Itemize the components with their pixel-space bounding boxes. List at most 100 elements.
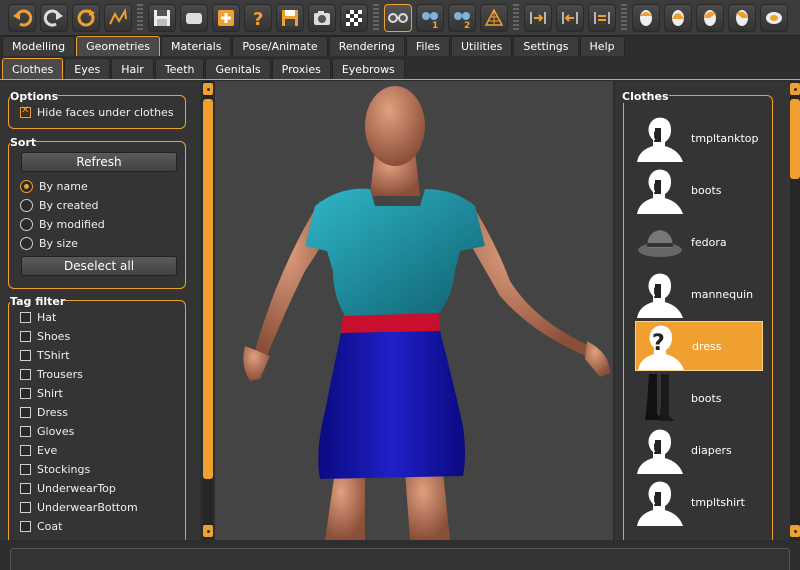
tab-help[interactable]: Help bbox=[579, 36, 625, 56]
pose-2-button[interactable]: 2 bbox=[448, 3, 476, 32]
right-scrollbar[interactable] bbox=[790, 81, 800, 540]
clothes-item[interactable]: ! tmpltshirt bbox=[635, 477, 763, 527]
right-panel: Clothes ! tmpltanktop! boots fedora! mannequ… bbox=[615, 81, 800, 540]
undo-button[interactable] bbox=[8, 3, 36, 32]
scroll-up-button[interactable] bbox=[790, 83, 800, 95]
scroll-down-button[interactable] bbox=[203, 525, 213, 537]
tag-filter-item[interactable]: Shoes bbox=[9, 327, 185, 346]
clothes-item[interactable]: ! tmpltanktop bbox=[635, 113, 763, 163]
tab-files[interactable]: Files bbox=[405, 36, 450, 56]
grid-button[interactable] bbox=[480, 3, 508, 32]
tag-checkbox[interactable] bbox=[20, 521, 31, 532]
tab-materials[interactable]: Materials bbox=[161, 36, 232, 56]
hide-faces-checkbox[interactable] bbox=[20, 105, 31, 118]
clothes-item[interactable]: ? dress bbox=[635, 321, 763, 371]
3d-viewport[interactable] bbox=[215, 81, 613, 540]
tag-checkbox[interactable] bbox=[20, 312, 31, 323]
clothes-item[interactable]: ! boots bbox=[635, 165, 763, 215]
tag-filter-item[interactable]: Eve bbox=[9, 441, 185, 460]
load-button[interactable] bbox=[180, 3, 208, 32]
front-view-button[interactable] bbox=[524, 3, 552, 32]
radio-button[interactable] bbox=[20, 180, 33, 193]
radio-button[interactable] bbox=[20, 218, 33, 231]
tag-filter-item[interactable]: UnderwearBottom bbox=[9, 498, 185, 517]
head-front-button[interactable] bbox=[632, 3, 660, 32]
tab-clothes[interactable]: Clothes bbox=[2, 58, 64, 79]
head-back-button[interactable] bbox=[664, 3, 692, 32]
refresh-button[interactable]: Refresh bbox=[21, 152, 177, 172]
smooth-button[interactable] bbox=[104, 3, 132, 32]
sort-by-modified-radio[interactable]: By modified bbox=[9, 215, 185, 234]
tag-checkbox[interactable] bbox=[20, 502, 31, 513]
clothes-item[interactable]: ! diapers bbox=[635, 425, 763, 475]
sort-by-created-radio[interactable]: By created bbox=[9, 196, 185, 215]
back-view-button[interactable] bbox=[556, 3, 584, 32]
tag-filter-item[interactable]: UnderwearTop bbox=[9, 479, 185, 498]
tab-eyebrows[interactable]: Eyebrows bbox=[331, 58, 405, 79]
tab-proxies[interactable]: Proxies bbox=[271, 58, 331, 79]
tag-checkbox[interactable] bbox=[20, 464, 31, 475]
help-button[interactable]: ? bbox=[244, 3, 272, 32]
tag-filter-item[interactable]: TShirt bbox=[9, 346, 185, 365]
tab-eyes[interactable]: Eyes bbox=[64, 58, 111, 79]
radio-button[interactable] bbox=[20, 237, 33, 250]
clothes-item[interactable]: boots bbox=[635, 373, 763, 423]
tag-label: UnderwearTop bbox=[37, 482, 116, 495]
side-view-button[interactable] bbox=[588, 3, 616, 32]
pose-1-button[interactable]: 1 bbox=[416, 3, 444, 32]
tag-checkbox[interactable] bbox=[20, 331, 31, 342]
sort-by-size-radio[interactable]: By size bbox=[9, 234, 185, 253]
scroll-thumb[interactable] bbox=[203, 99, 213, 479]
tab-settings[interactable]: Settings bbox=[513, 36, 579, 56]
export-button[interactable] bbox=[212, 3, 240, 32]
radio-button[interactable] bbox=[20, 199, 33, 212]
tab-teeth[interactable]: Teeth bbox=[154, 58, 205, 79]
left-panel: Hide faces under clothes Options Refresh… bbox=[0, 81, 200, 540]
wireframe-button[interactable] bbox=[384, 3, 412, 32]
tag-filter-item[interactable]: Gloves bbox=[9, 422, 185, 441]
screenshot-button[interactable] bbox=[308, 3, 336, 32]
tag-checkbox[interactable] bbox=[20, 426, 31, 437]
tag-filter-item[interactable]: Coat bbox=[9, 517, 185, 536]
sort-by-name-radio[interactable]: By name bbox=[9, 177, 185, 196]
tab-utilities[interactable]: Utilities bbox=[451, 36, 513, 56]
tag-checkbox[interactable] bbox=[20, 483, 31, 494]
head-right-button[interactable] bbox=[728, 3, 756, 32]
tab-modelling[interactable]: Modelling bbox=[2, 36, 76, 56]
scroll-down-button[interactable] bbox=[790, 525, 800, 537]
tag-label: Eve bbox=[37, 444, 58, 457]
tab-hair[interactable]: Hair bbox=[111, 58, 154, 79]
save-button[interactable] bbox=[148, 3, 176, 32]
tag-checkbox[interactable] bbox=[20, 369, 31, 380]
tag-checkbox[interactable] bbox=[20, 407, 31, 418]
tab-geometries[interactable]: Geometries bbox=[76, 36, 160, 56]
tag-filter-item[interactable]: Hat bbox=[9, 308, 185, 327]
clothes-title: Clothes bbox=[622, 90, 669, 103]
tab-rendering[interactable]: Rendering bbox=[328, 36, 405, 56]
reset-button[interactable] bbox=[72, 3, 100, 32]
tag-checkbox[interactable] bbox=[20, 445, 31, 456]
head-left-button[interactable] bbox=[696, 3, 724, 32]
tag-filter-item[interactable]: Shirt bbox=[9, 384, 185, 403]
clothes-item[interactable]: ! mannequin bbox=[635, 269, 763, 319]
left-scrollbar[interactable] bbox=[203, 81, 213, 540]
tag-checkbox[interactable] bbox=[20, 350, 31, 361]
tag-filter-item[interactable]: Dress bbox=[9, 403, 185, 422]
scroll-up-button[interactable] bbox=[203, 83, 213, 95]
status-field[interactable] bbox=[10, 548, 790, 570]
tab-pose-animate[interactable]: Pose/Animate bbox=[232, 36, 328, 56]
background-button[interactable] bbox=[340, 3, 368, 32]
clothes-item[interactable]: fedora bbox=[635, 217, 763, 267]
hide-faces-checkbox-row[interactable]: Hide faces under clothes bbox=[9, 103, 185, 122]
redo-button[interactable] bbox=[40, 3, 68, 32]
save-as-button[interactable] bbox=[276, 3, 304, 32]
tab-genitals[interactable]: Genitals bbox=[205, 58, 271, 79]
scroll-thumb[interactable] bbox=[790, 99, 800, 179]
head-top-button[interactable] bbox=[760, 3, 788, 32]
deselect-all-button[interactable]: Deselect all bbox=[21, 256, 177, 276]
tag-checkbox[interactable] bbox=[20, 388, 31, 399]
load-icon bbox=[186, 12, 202, 24]
tag-label: Shirt bbox=[37, 387, 63, 400]
tag-filter-item[interactable]: Trousers bbox=[9, 365, 185, 384]
tag-filter-item[interactable]: Stockings bbox=[9, 460, 185, 479]
